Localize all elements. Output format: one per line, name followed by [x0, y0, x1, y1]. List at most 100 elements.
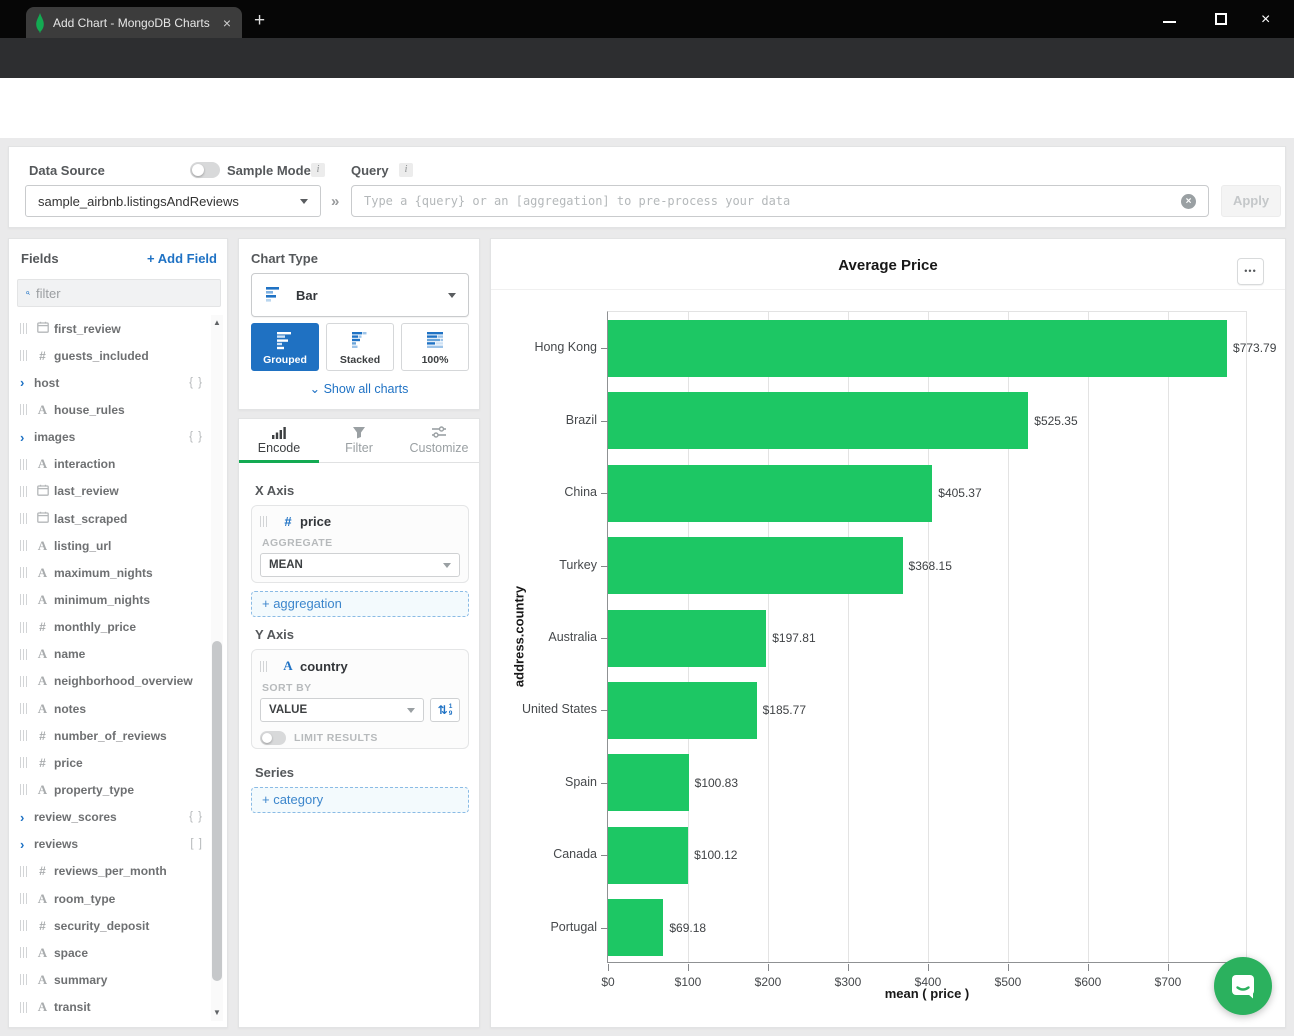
drag-handle-icon[interactable] — [20, 567, 27, 578]
aggregate-select[interactable]: MEAN — [260, 553, 460, 577]
expand-chevron-icon[interactable]: › — [20, 838, 34, 851]
drag-handle-icon[interactable] — [20, 920, 27, 931]
field-row[interactable]: ›review_scores{ } — [17, 804, 209, 831]
field-row[interactable]: Atransit — [17, 994, 209, 1021]
drag-handle-icon[interactable] — [20, 676, 27, 687]
variant-stacked-button[interactable]: Stacked — [326, 323, 394, 371]
field-row[interactable]: Aneighborhood_overview — [17, 668, 209, 695]
drag-handle-icon[interactable] — [20, 1002, 27, 1013]
field-row[interactable]: Amaximum_nights — [17, 559, 209, 586]
query-label: Query — [351, 163, 389, 178]
drag-handle-icon[interactable] — [20, 350, 27, 361]
limit-results-toggle[interactable] — [260, 731, 286, 745]
field-row[interactable]: Aroom_type — [17, 885, 209, 912]
drag-handle-icon[interactable] — [20, 784, 27, 795]
datasource-select[interactable]: sample_airbnb.listingsAndReviews — [25, 185, 321, 217]
drag-handle-icon[interactable] — [20, 893, 27, 904]
field-row[interactable]: Aproperty_type — [17, 776, 209, 803]
variant-grouped-button[interactable]: Grouped — [251, 323, 319, 371]
tab-close-icon[interactable]: × — [221, 16, 233, 30]
browser-tab[interactable]: Add Chart - MongoDB Charts × — [26, 7, 242, 38]
scrollbar-thumb[interactable] — [212, 641, 222, 981]
field-row[interactable]: Aminimum_nights — [17, 586, 209, 613]
field-row[interactable]: Anotes — [17, 695, 209, 722]
window-minimize-icon[interactable] — [1163, 21, 1176, 23]
chart-plot-area: $0$100$200$300$400$500$600$700Hong Kong$… — [607, 311, 1247, 963]
drag-handle-icon[interactable] — [20, 649, 27, 660]
tab-customize[interactable]: Customize — [399, 419, 479, 462]
drag-handle-icon[interactable] — [20, 622, 27, 633]
object-braces-icon: { } — [189, 811, 203, 823]
field-row[interactable]: Aname — [17, 641, 209, 668]
category-label: Brazil — [490, 413, 597, 427]
scroll-up-icon[interactable]: ▲ — [211, 317, 223, 329]
sort-direction-button[interactable]: ⇅19 — [430, 698, 460, 722]
field-row[interactable]: #monthly_price — [17, 614, 209, 641]
sample-mode-toggle[interactable] — [190, 162, 220, 178]
variant-100-button[interactable]: 100% — [401, 323, 469, 371]
clear-query-icon[interactable]: × — [1181, 194, 1196, 209]
chart-menu-button[interactable]: ••• — [1237, 258, 1264, 285]
field-row[interactable]: Alisting_url — [17, 532, 209, 559]
tab-filter[interactable]: Filter — [319, 419, 399, 462]
add-field-button[interactable]: + Add Field — [147, 251, 217, 266]
drag-handle-icon[interactable] — [260, 661, 267, 672]
window-close-icon[interactable]: × — [1261, 11, 1270, 29]
field-row[interactable]: #number_of_reviews — [17, 722, 209, 749]
drag-handle-icon[interactable] — [20, 404, 27, 415]
drag-handle-icon[interactable] — [20, 486, 27, 497]
tab-encode[interactable]: Encode — [239, 419, 319, 462]
add-aggregation-button[interactable]: + aggregation — [251, 591, 469, 617]
apply-button[interactable]: Apply — [1221, 185, 1281, 217]
caret-down-icon — [407, 708, 415, 713]
field-type-number-icon: # — [280, 514, 296, 529]
drag-handle-icon[interactable] — [20, 947, 27, 958]
field-row[interactable]: #guests_included — [17, 342, 209, 369]
drag-handle-icon[interactable] — [20, 866, 27, 877]
show-all-charts-link[interactable]: ⌄ Show all charts — [239, 381, 479, 396]
drag-handle-icon[interactable] — [20, 459, 27, 470]
field-row[interactable]: Aspace — [17, 939, 209, 966]
datasource-selected-value: sample_airbnb.listingsAndReviews — [38, 194, 239, 209]
field-row[interactable]: #security_deposit — [17, 912, 209, 939]
new-tab-button[interactable]: + — [254, 10, 265, 32]
info-icon[interactable]: i — [311, 163, 325, 177]
query-input[interactable] — [364, 194, 1181, 208]
sort-by-select[interactable]: VALUE — [260, 698, 424, 722]
drag-handle-icon[interactable] — [20, 540, 27, 551]
field-row[interactable]: #price — [17, 749, 209, 776]
field-row[interactable]: Ainteraction — [17, 451, 209, 478]
expand-chevron-icon[interactable]: › — [20, 811, 34, 824]
drag-handle-icon[interactable] — [20, 730, 27, 741]
field-row[interactable]: ›host{ } — [17, 369, 209, 396]
fields-scrollbar[interactable]: ▲ ▼ — [211, 315, 223, 1021]
expand-chevron-icon[interactable]: › — [20, 376, 34, 389]
drag-handle-icon[interactable] — [20, 513, 27, 524]
window-maximize-icon[interactable] — [1215, 13, 1227, 25]
field-type-number-icon: # — [34, 919, 51, 933]
variant-label: 100% — [422, 354, 449, 366]
y-tick — [601, 710, 608, 711]
chart-type-select[interactable]: Bar — [251, 273, 469, 317]
fields-filter-input[interactable] — [36, 286, 212, 301]
field-row[interactable]: ›images{ } — [17, 424, 209, 451]
expand-chevron-icon[interactable]: › — [20, 431, 34, 444]
field-row[interactable]: Asummary — [17, 966, 209, 993]
field-row[interactable]: #reviews_per_month — [17, 858, 209, 885]
field-row[interactable]: ›reviews[ ] — [17, 831, 209, 858]
scroll-down-icon[interactable]: ▼ — [211, 1007, 223, 1019]
field-row[interactable]: Ahouse_rules — [17, 396, 209, 423]
chat-launcher-button[interactable] — [1214, 957, 1272, 1015]
drag-handle-icon[interactable] — [260, 516, 267, 527]
field-row[interactable]: first_review — [17, 315, 209, 342]
field-row[interactable]: last_scraped — [17, 505, 209, 532]
field-row[interactable]: last_review — [17, 478, 209, 505]
drag-handle-icon[interactable] — [20, 323, 27, 334]
add-category-button[interactable]: + category — [251, 787, 469, 813]
drag-handle-icon[interactable] — [20, 757, 27, 768]
drag-handle-icon[interactable] — [20, 974, 27, 985]
category-label: Australia — [490, 630, 597, 644]
drag-handle-icon[interactable] — [20, 703, 27, 714]
info-icon[interactable]: i — [399, 163, 413, 177]
drag-handle-icon[interactable] — [20, 594, 27, 605]
